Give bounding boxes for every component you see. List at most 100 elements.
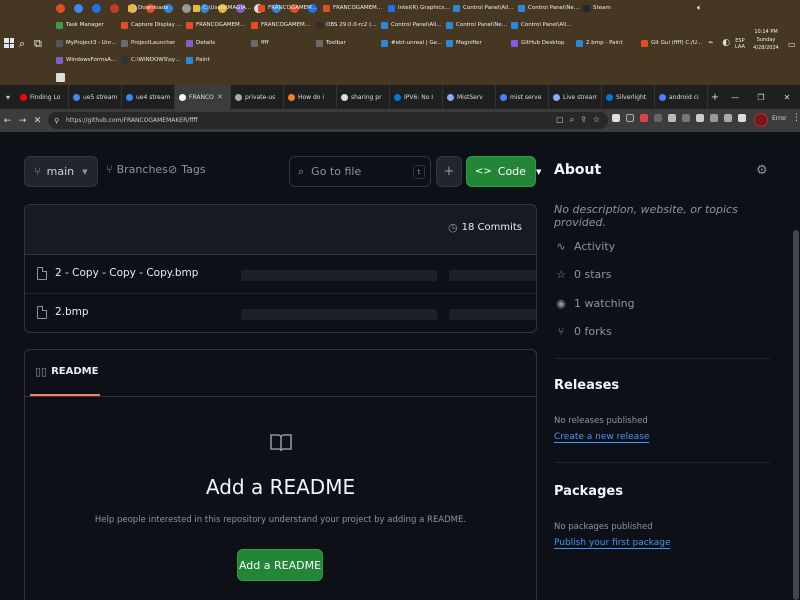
volume-icon[interactable]: 🔈︎ <box>697 3 702 13</box>
browser-tab[interactable]: Silverlight <box>602 85 655 109</box>
bookmark-star-icon[interactable]: ☆ <box>593 115 600 125</box>
zoom-icon[interactable]: ⌕ <box>570 115 574 125</box>
stop-button[interactable]: ✕ <box>30 116 45 126</box>
extension-icon[interactable] <box>724 114 732 122</box>
taskbar-window-button[interactable]: Control Panel\All Cont... <box>381 19 443 31</box>
app-icon[interactable] <box>56 72 65 82</box>
file-row[interactable]: 2.bmp <box>25 294 536 332</box>
browser-tab[interactable]: FRANCO ✕ <box>175 85 231 109</box>
forks-link[interactable]: ⑂ 0 forks <box>554 325 612 338</box>
tags-link[interactable]: ⊘ Tags <box>168 163 206 176</box>
add-readme-button[interactable]: Add a README <box>237 549 323 581</box>
extensions-puzzle-icon[interactable] <box>738 114 746 122</box>
profile-avatar[interactable] <box>754 113 768 127</box>
address-bar[interactable]: ⚲ https://github.com/FRANCOGAMEMAKER/fff… <box>48 112 608 129</box>
publish-package-link[interactable]: Publish your first package <box>554 538 671 549</box>
taskbar-window-button[interactable]: ProjectLauncher <box>121 37 183 49</box>
taskbar-window-button[interactable]: C:\Users\MAGIAN\One... <box>193 2 255 14</box>
taskbar-window-button[interactable]: GitHub Desktop <box>511 37 573 49</box>
browser-tab[interactable]: sharing pr <box>337 85 390 109</box>
taskbar-window-button[interactable]: Control Panel\Networ... <box>518 2 580 14</box>
menu-dots-icon[interactable]: ⋮ <box>792 113 800 123</box>
taskbar-window-button[interactable]: Magnifier <box>446 37 508 49</box>
browser-tab[interactable]: mist serve <box>496 85 549 109</box>
extension-icon[interactable] <box>710 114 718 122</box>
taskbar-window-button[interactable]: Details <box>186 37 248 49</box>
minimize-button[interactable]: — <box>722 93 748 102</box>
file-name[interactable]: 2 - Copy - Copy - Copy.bmp <box>55 267 198 279</box>
taskbar-window-button[interactable]: Paint <box>186 54 248 66</box>
extension-icon[interactable] <box>654 114 662 122</box>
back-button[interactable]: ← <box>0 116 15 126</box>
taskbar-window-button[interactable]: Git Gui (ffff) C:/Use... <box>641 37 703 49</box>
watchers-link[interactable]: ◉ 1 watching <box>554 297 634 310</box>
taskbar-window-button[interactable]: Intel(R) Graphics Co... <box>388 2 450 14</box>
commits-link[interactable]: ◷ 18 Commits <box>448 221 522 234</box>
error-button[interactable]: Error <box>772 115 787 122</box>
app-icon[interactable] <box>92 3 101 13</box>
file-name[interactable]: 2.bmp <box>55 306 89 318</box>
taskbar-window-button[interactable]: #ebt-unreal | Gemin... <box>381 37 443 49</box>
extension-icon[interactable] <box>626 114 634 122</box>
input-language[interactable]: ESP LAA <box>735 38 745 50</box>
site-info-icon[interactable]: ⚲ <box>54 117 63 125</box>
new-tab-button[interactable]: + <box>708 92 722 103</box>
taskbar-window-button[interactable]: FRANCOGAMEMAKE... <box>186 19 248 31</box>
clock[interactable]: 10:14 PM Sunday 4/28/2024 <box>750 28 782 52</box>
extension-icon[interactable] <box>612 114 620 122</box>
taskbar-window-button[interactable]: ffff <box>251 37 313 49</box>
extension-icon[interactable] <box>696 114 704 122</box>
taskbar-window-button[interactable]: Steam <box>583 2 645 14</box>
taskbar-window-button[interactable]: FRANCOGAMEMAKE... <box>323 2 385 14</box>
taskbar-window-button[interactable]: MyProject3 - Unreal... <box>56 37 118 49</box>
activity-link[interactable]: ∿ Activity <box>554 240 615 253</box>
app-icon[interactable] <box>110 3 119 13</box>
taskbar-window-button[interactable]: WindowsFormsApp3 -... <box>56 54 118 66</box>
taskbar-window-button[interactable]: OBS 29.0.0-rc2 (64-... <box>316 19 378 31</box>
add-file-button[interactable]: + <box>436 156 462 187</box>
extension-icon[interactable] <box>682 114 690 122</box>
taskbar-window-button[interactable]: Task Manager <box>56 19 118 31</box>
branches-link[interactable]: ⑂ Branches <box>106 163 168 176</box>
forward-button[interactable]: → <box>15 116 30 126</box>
app-icon[interactable] <box>74 3 83 13</box>
close-tab-icon[interactable]: ✕ <box>217 93 223 101</box>
restore-button[interactable]: ❐ <box>748 93 774 102</box>
browser-tab[interactable]: android ci <box>655 85 708 109</box>
taskbar-window-button[interactable]: Control Panel\All Cont... <box>511 19 573 31</box>
browser-tab[interactable]: private-us <box>231 85 284 109</box>
taskbar-window-button[interactable]: Downloads <box>128 2 190 14</box>
open-in-app-icon[interactable]: ▢ <box>556 115 564 125</box>
packages-heading[interactable]: Packages <box>554 484 623 499</box>
browser-tab[interactable]: Live stream <box>549 85 602 109</box>
page-scrollbar[interactable] <box>792 132 800 600</box>
taskbar-window-button[interactable]: Control Panel\Networ... <box>446 19 508 31</box>
taskbar-window-button[interactable]: 2.bmp - Paint <box>576 37 638 49</box>
scrollbar-thumb[interactable] <box>793 230 799 600</box>
extension-icon[interactable] <box>640 114 648 122</box>
browser-tab[interactable]: IPV6: No I <box>390 85 443 109</box>
taskbar-window-button[interactable]: Toolbar <box>316 37 378 49</box>
close-window-button[interactable]: ✕ <box>774 93 800 102</box>
code-button[interactable]: <> Code ▼ <box>466 156 541 187</box>
taskbar-window-button[interactable]: C:\WINDOWS\system... <box>121 54 183 66</box>
browser-tab[interactable]: ue5 stream <box>69 85 122 109</box>
taskbar-window-button[interactable]: FRANCOGAMEMAKE... <box>251 19 313 31</box>
gear-icon[interactable]: ⚙ <box>756 163 768 178</box>
stars-link[interactable]: ☆ 0 stars <box>554 268 611 281</box>
share-icon[interactable]: ⇪ <box>580 115 587 125</box>
taskbar-window-button[interactable]: FRANCOGAMEMAKE... <box>258 2 320 14</box>
create-release-link[interactable]: Create a new release <box>554 432 650 443</box>
releases-heading[interactable]: Releases <box>554 378 619 393</box>
taskbar-window-button[interactable]: Capture Display BMP... <box>121 19 183 31</box>
browser-tab[interactable]: How do i <box>284 85 337 109</box>
browser-tab[interactable]: MistServ <box>443 85 496 109</box>
search-icon[interactable]: ⌕ <box>19 37 25 51</box>
notification-icon[interactable]: ▭ <box>788 40 796 49</box>
extension-icon[interactable] <box>668 114 676 122</box>
taskbar-window-button[interactable]: Control Panel\All Cont... <box>453 2 515 14</box>
browser-tab[interactable]: Finding Lo <box>16 85 69 109</box>
readme-tab[interactable]: ▯▯ README <box>35 365 98 378</box>
file-row[interactable]: 2 - Copy - Copy - Copy.bmp <box>25 255 536 294</box>
task-view-icon[interactable]: ⧉ <box>34 37 42 51</box>
